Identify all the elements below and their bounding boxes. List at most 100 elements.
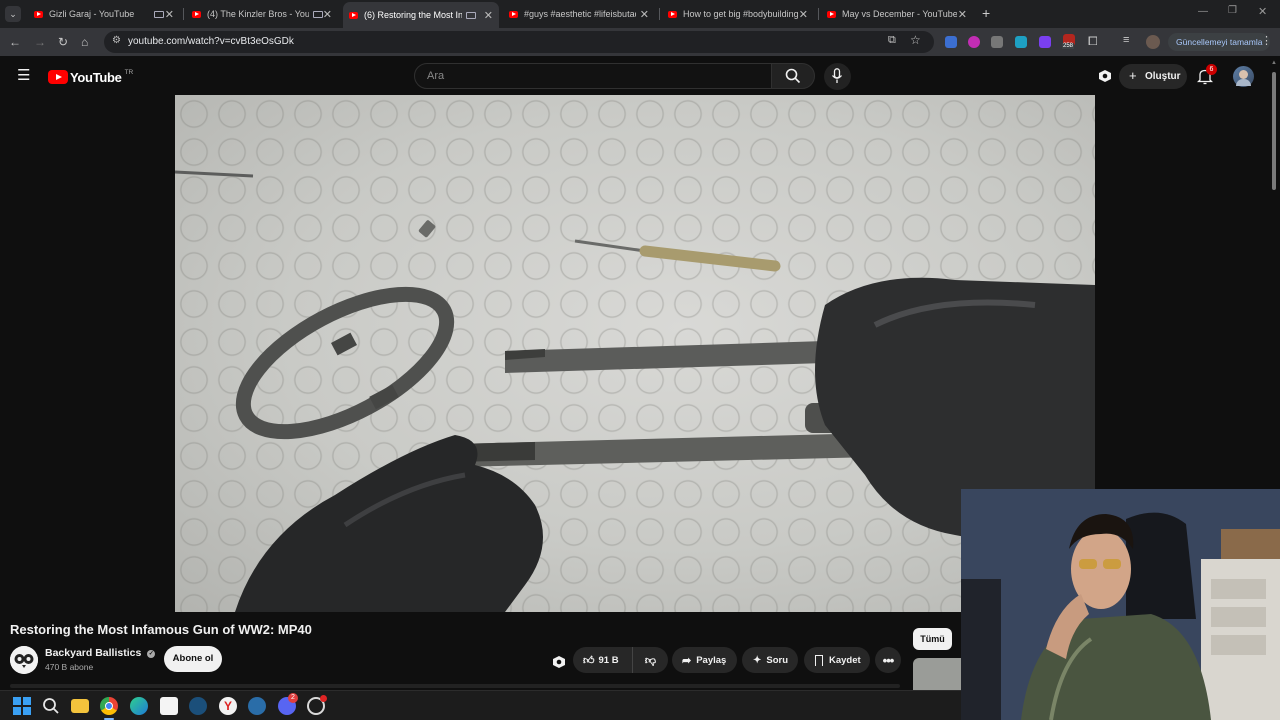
close-tab-icon[interactable]: ✕	[640, 8, 649, 21]
bookmark-star-icon[interactable]: ☆	[910, 33, 921, 47]
reload-icon[interactable]: ↻	[58, 34, 68, 50]
browser-tab-active[interactable]: (6) Restoring the Most Infa ✕	[343, 2, 499, 28]
ask-button[interactable]: ✦ Soru	[742, 647, 798, 673]
browser-menu-icon[interactable]: ⋮	[1261, 34, 1272, 47]
forward-arrow-icon[interactable]: →	[34, 34, 46, 50]
ask-label: Soru	[766, 654, 789, 666]
share-button[interactable]: ➦ Paylaş	[672, 647, 737, 673]
minimize-window-icon[interactable]: —	[1198, 6, 1208, 17]
taskbar-search-icon[interactable]	[42, 697, 60, 715]
steam-icon[interactable]	[189, 697, 207, 715]
extension-badge: 258	[1062, 43, 1075, 49]
streamer-webcam-feed	[961, 489, 1280, 720]
back-arrow-icon[interactable]: ←	[9, 34, 21, 50]
close-tab-icon[interactable]: ✕	[799, 8, 808, 21]
scroll-up-arrow-icon[interactable]: ▲	[1271, 60, 1277, 66]
create-studio-icon[interactable]	[1097, 68, 1113, 84]
site-info-icon[interactable]: ⚙	[112, 35, 121, 46]
discord-icon[interactable]: 2	[278, 693, 298, 715]
video-title: Restoring the Most Infamous Gun of WW2: …	[10, 622, 312, 637]
restore-window-icon[interactable]: ❐	[1228, 5, 1237, 16]
youtube-favicon-icon	[349, 11, 358, 19]
close-window-icon[interactable]: ✕	[1258, 5, 1267, 18]
extension-1-icon[interactable]	[945, 36, 957, 48]
browser-tab-1[interactable]: Gizli Garaj - YouTube ✕	[30, 4, 180, 24]
close-tab-icon[interactable]: ✕	[165, 8, 174, 21]
browser-tab-strip: ⌄ Gizli Garaj - YouTube ✕ (4) The Kinzle…	[0, 0, 1280, 28]
search-button[interactable]	[771, 63, 815, 89]
channel-avatar[interactable]	[10, 646, 38, 674]
bookmark-icon	[815, 654, 823, 666]
create-label: Oluştur	[1145, 71, 1181, 82]
microsoft-store-icon[interactable]	[160, 697, 178, 715]
new-tab-button[interactable]: +	[982, 5, 990, 21]
voice-search-button[interactable]	[824, 63, 851, 90]
notification-count-badge: 6	[1206, 64, 1217, 75]
reading-list-icon[interactable]: ≡	[1123, 34, 1129, 46]
tab-title: (6) Restoring the Most Infa	[364, 10, 462, 20]
thumbs-up-icon: 👍︎	[583, 654, 595, 667]
close-tab-icon[interactable]: ✕	[323, 8, 332, 21]
recommended-thumbnail[interactable]	[913, 658, 961, 690]
hamburger-menu-icon[interactable]: ☰	[17, 66, 30, 84]
youtube-favicon-icon	[192, 10, 201, 18]
dislike-button[interactable]: 👎︎	[633, 647, 668, 673]
save-button[interactable]: Kaydet	[804, 647, 870, 673]
more-actions-button[interactable]: •••	[875, 647, 901, 673]
like-button[interactable]: 👍︎ 91 B	[573, 647, 633, 673]
subscribe-button[interactable]: Abone ol	[164, 646, 222, 672]
extension-5-icon[interactable]	[1039, 36, 1051, 48]
youtube-favicon-icon	[668, 10, 677, 18]
search-input[interactable]: Ara	[414, 63, 772, 89]
extension-2-icon[interactable]	[968, 36, 980, 48]
address-bar[interactable]: ⚙ youtube.com/watch?v=cvBt3eOsGDk ⧉ ☆	[104, 31, 934, 53]
update-button[interactable]: Güncellemeyi tamamla	[1168, 33, 1270, 51]
yandex-icon[interactable]: Y	[219, 697, 237, 715]
browser-tab-6[interactable]: May vs December - YouTube ✕	[823, 4, 973, 24]
close-tab-icon[interactable]: ✕	[958, 8, 967, 21]
youtube-favicon-icon	[509, 10, 518, 18]
share-label: Paylaş	[696, 654, 727, 666]
filter-chip-all[interactable]: Tümü	[913, 628, 952, 650]
video-player[interactable]	[175, 95, 1095, 612]
install-app-icon[interactable]: ⧉	[888, 34, 896, 47]
youtube-play-icon	[48, 70, 68, 84]
scrollbar-thumb[interactable]	[1272, 72, 1276, 190]
notifications-button[interactable]: 6	[1196, 64, 1217, 86]
chrome-icon[interactable]	[100, 697, 118, 715]
description-divider	[10, 684, 900, 688]
clip-studio-icon[interactable]	[551, 654, 567, 670]
channel-name[interactable]: Backyard Ballistics ✓	[45, 647, 156, 659]
profile-avatar[interactable]	[1146, 35, 1160, 49]
tab-title: #guys #aesthetic #lifeisbutadre	[524, 9, 636, 19]
tab-search-dropdown-button[interactable]: ⌄	[5, 6, 21, 22]
sparkle-icon: ✦	[753, 654, 762, 666]
extension-6-icon[interactable]: 258	[1062, 34, 1075, 49]
extensions-puzzle-icon[interactable]: ⧠	[1088, 34, 1098, 49]
create-button[interactable]: + Oluştur	[1119, 64, 1187, 89]
like-dislike-group: 👍︎ 91 B 👎︎	[573, 647, 668, 673]
tab-title: (4) The Kinzler Bros - YouTu	[207, 9, 309, 19]
browser-tab-4[interactable]: #guys #aesthetic #lifeisbutadre ✕	[505, 4, 655, 24]
video-frame	[175, 170, 1095, 612]
microphone-icon	[831, 68, 843, 83]
browser-tab-5[interactable]: How to get big #bodybuilding ✕	[664, 4, 814, 24]
youtube-favicon-icon	[34, 10, 43, 18]
app-icon-generic[interactable]	[307, 695, 327, 715]
youtube-favicon-icon	[827, 10, 836, 18]
more-dots-icon: •••	[882, 652, 895, 668]
account-avatar[interactable]	[1233, 66, 1254, 87]
owl-logo-icon	[10, 646, 38, 674]
youtube-logo[interactable]: YouTube TR	[48, 69, 133, 85]
edge-icon[interactable]	[130, 697, 148, 715]
browser-tab-2[interactable]: (4) The Kinzler Bros - YouTu ✕	[188, 4, 338, 24]
close-tab-icon[interactable]: ✕	[484, 9, 493, 22]
thumbs-down-icon: 👎︎	[644, 654, 657, 667]
steam-icon-2[interactable]	[248, 697, 266, 715]
windows-start-icon[interactable]	[13, 697, 31, 715]
file-explorer-icon[interactable]	[71, 699, 89, 713]
extension-4-icon[interactable]	[1015, 36, 1027, 48]
share-arrow-icon: ➦	[682, 654, 692, 667]
home-icon[interactable]: ⌂	[81, 34, 88, 50]
extension-3-icon[interactable]	[991, 36, 1003, 48]
